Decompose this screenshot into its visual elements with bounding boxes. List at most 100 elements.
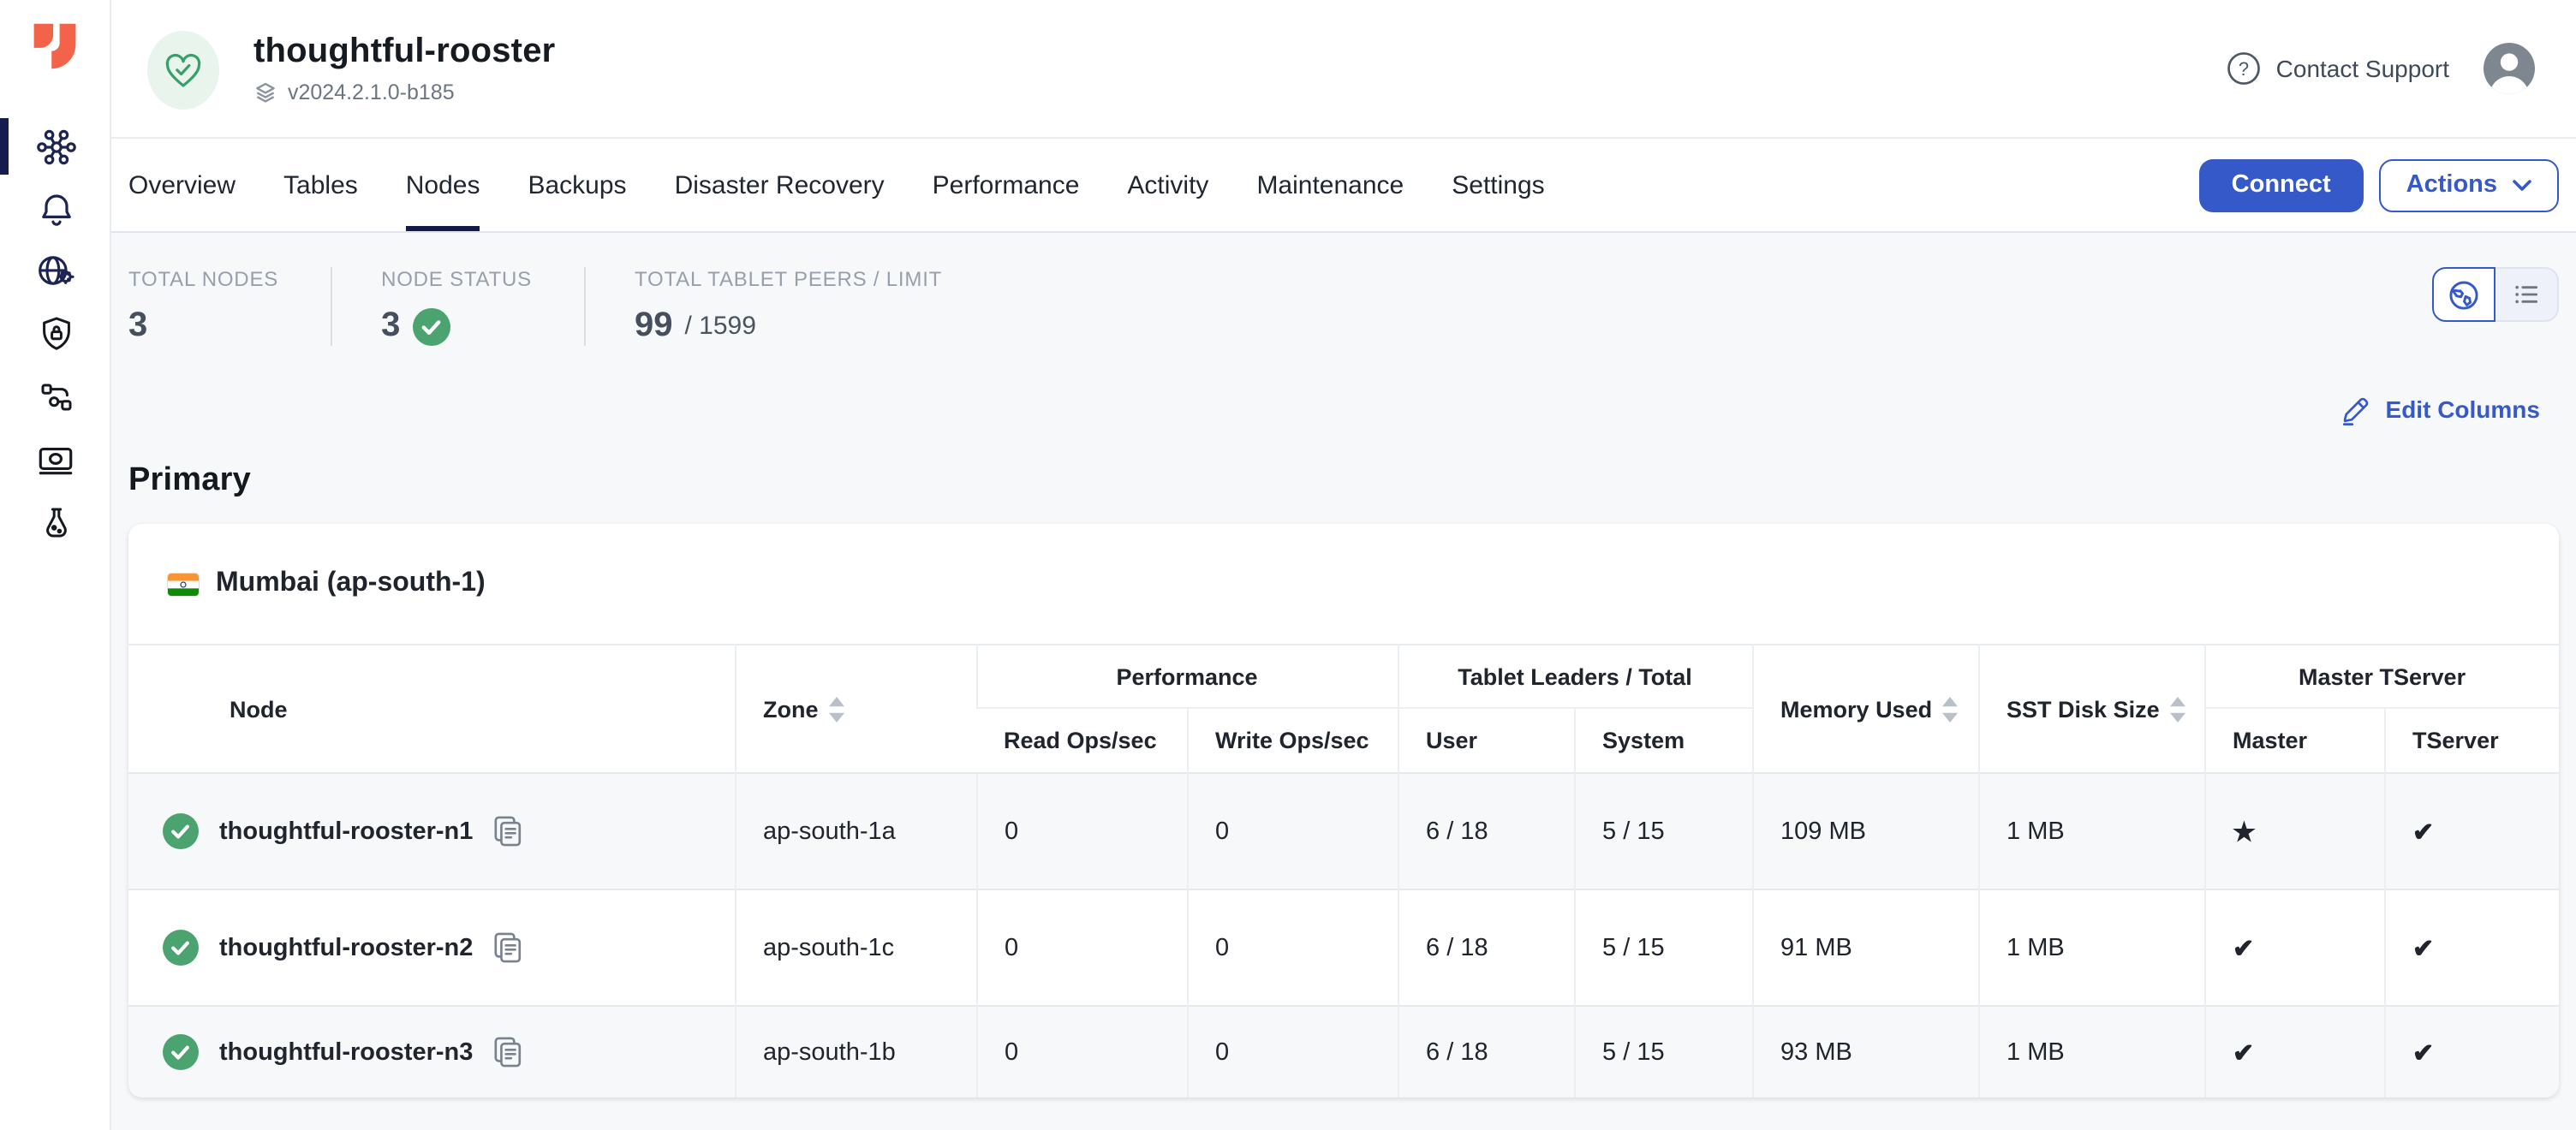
edit-columns-button[interactable]: Edit Columns	[128, 392, 2540, 426]
tab-nodes[interactable]: Nodes	[406, 139, 480, 231]
sidebar-item-network[interactable]	[0, 243, 111, 300]
yugabyte-logo[interactable]	[27, 17, 83, 74]
cluster-header: thoughtful-rooster v2024.2.1.0-b185 ?	[111, 0, 2576, 139]
read-ops-cell: 0	[976, 1006, 1187, 1097]
user-tablets-cell: 6 / 18	[1398, 1006, 1574, 1097]
sst-cell: 1 MB	[1978, 889, 2204, 1006]
col-master: Master	[2204, 708, 2384, 773]
col-tserver: TServer	[2384, 708, 2559, 773]
node-cell: thoughtful-rooster-n3	[128, 1006, 735, 1097]
stat-tablet-peers: TOTAL TABLET PEERS / LIMIT 99 / 1599	[583, 267, 942, 346]
app-window: thoughtful-rooster v2024.2.1.0-b185 ?	[0, 0, 2576, 1130]
tserver-status-cell: ✔	[2384, 889, 2559, 1006]
memory-cell: 93 MB	[1752, 1006, 1978, 1097]
sidebar-item-billing[interactable]	[0, 431, 111, 487]
nodes-table: Node Zone Performance Tablet Leaders / T…	[128, 644, 2559, 1097]
node-healthy-icon	[163, 1035, 199, 1071]
yugabyte-logo-icon	[29, 20, 80, 71]
col-memory-label: Memory Used	[1780, 696, 1932, 722]
sort-memory-icon[interactable]	[1942, 696, 1958, 722]
list-icon	[2509, 277, 2543, 312]
tab-maintenance[interactable]: Maintenance	[1256, 139, 1404, 231]
read-ops-cell: 0	[976, 889, 1187, 1006]
table-row: thoughtful-rooster-n1	[128, 773, 2559, 889]
shield-lock-icon	[35, 313, 76, 354]
actions-button[interactable]: Actions	[2379, 158, 2559, 211]
sidebar-item-security[interactable]	[0, 306, 111, 362]
system-tablets-cell: 5 / 15	[1574, 773, 1752, 889]
stat-value: 99 / 1599	[635, 306, 942, 346]
active-indicator	[0, 118, 8, 175]
tab-overview[interactable]: Overview	[128, 139, 236, 231]
tab-tables[interactable]: Tables	[283, 139, 358, 231]
cluster-version: v2024.2.1.0-b185	[253, 80, 555, 104]
tab-activity[interactable]: Activity	[1127, 139, 1208, 231]
view-toggle	[2432, 267, 2559, 322]
node-name: thoughtful-rooster-n2	[219, 934, 473, 961]
edit-columns-label: Edit Columns	[2386, 396, 2540, 423]
integrations-flow-icon	[35, 376, 76, 417]
col-group-performance: Performance	[976, 645, 1398, 708]
actions-button-label: Actions	[2406, 171, 2497, 199]
cluster-name: thoughtful-rooster	[253, 33, 555, 72]
node-healthy-icon	[163, 930, 199, 966]
system-tablets-cell: 5 / 15	[1574, 889, 1752, 1006]
tserver-status-cell: ✔	[2384, 1006, 2559, 1097]
labs-flask-icon	[35, 501, 76, 542]
node-healthy-icon	[163, 813, 199, 849]
contact-support-link[interactable]: ? Contact Support	[2227, 51, 2449, 86]
pencil-icon	[2338, 392, 2372, 426]
col-group-tablet-leaders: Tablet Leaders / Total	[1398, 645, 1752, 708]
copy-icon[interactable]	[493, 1037, 522, 1069]
stats-row: TOTAL NODES 3 NODE STATUS 3	[128, 267, 2559, 346]
node-status-healthy-icon	[412, 307, 450, 345]
copy-icon[interactable]	[493, 815, 522, 848]
india-flag-icon	[168, 573, 199, 595]
col-memory: Memory Used	[1752, 645, 1978, 773]
sort-sst-icon[interactable]	[2170, 696, 2185, 722]
stat-label: NODE STATUS	[381, 267, 532, 291]
heart-check-icon	[163, 51, 204, 90]
sort-zone-icon[interactable]	[829, 696, 844, 722]
sidebar-item-integrations[interactable]	[0, 368, 111, 425]
col-user: User	[1398, 708, 1574, 773]
content: TOTAL NODES 3 NODE STATUS 3	[111, 267, 2576, 1097]
tab-backups[interactable]: Backups	[528, 139, 626, 231]
connect-button[interactable]: Connect	[2199, 158, 2364, 211]
tab-disaster-recovery[interactable]: Disaster Recovery	[675, 139, 885, 231]
col-system: System	[1574, 708, 1752, 773]
copy-icon[interactable]	[493, 931, 522, 964]
globe-icon	[2446, 277, 2482, 312]
map-view-toggle[interactable]	[2432, 267, 2496, 322]
person-icon	[2484, 43, 2535, 94]
tab-performance[interactable]: Performance	[933, 139, 1080, 231]
col-sst-label: SST Disk Size	[2007, 696, 2160, 722]
sidebar	[0, 0, 111, 1130]
node-cell: thoughtful-rooster-n2	[128, 889, 735, 1006]
zone-cell: ap-south-1b	[735, 1006, 976, 1097]
col-zone: Zone	[735, 645, 976, 773]
sidebar-item-alerts[interactable]	[0, 181, 111, 237]
sst-cell: 1 MB	[1978, 1006, 2204, 1097]
alerts-bell-icon	[35, 188, 76, 229]
write-ops-cell: 0	[1187, 773, 1398, 889]
layers-icon	[253, 80, 277, 104]
svg-text:?: ?	[2239, 58, 2249, 80]
stats: TOTAL NODES 3 NODE STATUS 3	[128, 267, 942, 346]
col-read-ops: Read Ops/sec	[976, 708, 1187, 773]
read-ops-cell: 0	[976, 773, 1187, 889]
sidebar-item-cluster[interactable]	[0, 118, 111, 175]
stat-label: TOTAL TABLET PEERS / LIMIT	[635, 267, 942, 291]
globe-settings-icon	[34, 250, 77, 293]
table-row: thoughtful-rooster-n3	[128, 1006, 2559, 1097]
header-right: ? Contact Support	[2227, 43, 2535, 94]
user-avatar[interactable]	[2484, 43, 2535, 94]
list-view-toggle[interactable]	[2496, 267, 2559, 322]
tab-actions: Connect Actions	[2199, 139, 2559, 231]
user-tablets-cell: 6 / 18	[1398, 773, 1574, 889]
sidebar-item-labs[interactable]	[0, 493, 111, 550]
tserver-status-cell: ✔	[2384, 773, 2559, 889]
tab-settings[interactable]: Settings	[1452, 139, 1544, 231]
cluster-icon	[35, 126, 76, 167]
memory-cell: 91 MB	[1752, 889, 1978, 1006]
